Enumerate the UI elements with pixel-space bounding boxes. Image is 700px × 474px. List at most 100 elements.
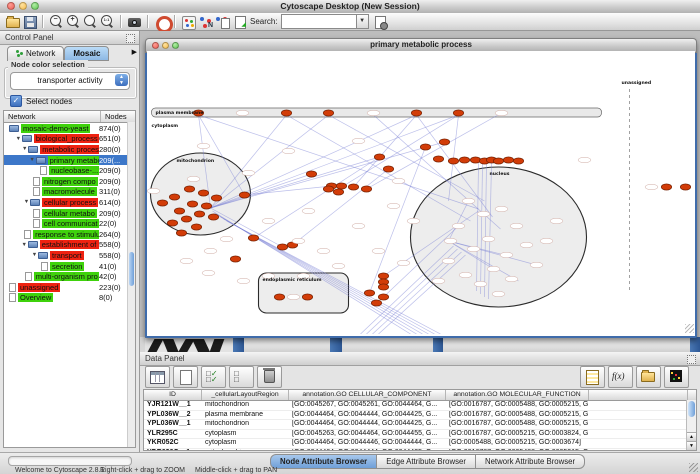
- network-node-label[interactable]: [287, 294, 300, 299]
- expand-toggle-icon[interactable]: ▼: [31, 252, 38, 258]
- float-panel-icon[interactable]: [126, 34, 135, 43]
- network-node-label[interactable]: [180, 258, 193, 263]
- network-node[interactable]: [411, 110, 421, 116]
- network-node-label[interactable]: [372, 248, 385, 253]
- tree-row[interactable]: unassigned223(0): [4, 282, 135, 293]
- network-node-label[interactable]: [292, 238, 305, 243]
- network-graph[interactable]: plasma membranecytoplasmmitochondrionnuc…: [147, 51, 695, 334]
- tree-row[interactable]: cell communicat22(0): [4, 218, 135, 229]
- delete-attributes-button[interactable]: □✓□✓: [201, 366, 226, 388]
- zoom-selected-icon[interactable]: [83, 15, 98, 29]
- delete-attribute-button[interactable]: [257, 366, 282, 388]
- table-row[interactable]: YLR295Ccytoplasm[GO:0045263, GO:0044464,…: [144, 430, 696, 440]
- tree-row[interactable]: ▼biological_process651(0): [4, 134, 135, 145]
- tree-row[interactable]: Overview8(0): [4, 293, 135, 304]
- expand-toggle-icon[interactable]: ▼: [15, 136, 22, 142]
- tree-row[interactable]: ▼cellular process614(0): [4, 197, 135, 208]
- network-node[interactable]: [194, 211, 204, 217]
- network-node-label[interactable]: [487, 266, 500, 271]
- network-node[interactable]: [181, 216, 191, 222]
- save-icon[interactable]: [22, 15, 37, 29]
- table-row[interactable]: YPL036W__2plasma membrane[GO:0044464, GO…: [144, 411, 696, 421]
- table-scrollbar[interactable]: ▲ ▼: [686, 400, 696, 451]
- network-node[interactable]: [176, 230, 186, 236]
- create-attribute-button[interactable]: [173, 366, 198, 388]
- network-node-label[interactable]: [352, 138, 365, 143]
- window-resize-grip[interactable]: [685, 324, 694, 333]
- network-node[interactable]: [348, 184, 358, 190]
- vizmapper-icon[interactable]: N: [198, 15, 213, 29]
- network-node-label[interactable]: [474, 281, 487, 286]
- network-node[interactable]: [187, 201, 197, 207]
- tab-network-attribute-browser[interactable]: Network Attribute Browser: [476, 454, 585, 469]
- tree-row[interactable]: ▼metabolic process280(0): [4, 144, 135, 155]
- network-node[interactable]: [333, 189, 343, 195]
- network-node[interactable]: [239, 192, 249, 198]
- tree-row[interactable]: multi-organism pro42(0): [4, 271, 135, 282]
- network-node-label[interactable]: [187, 176, 200, 181]
- table-row[interactable]: YPL036W__1mitochondrion[GO:0044464, GO:0…: [144, 420, 696, 430]
- network-node[interactable]: [277, 244, 287, 250]
- network-node[interactable]: [448, 158, 458, 164]
- network-node-label[interactable]: [477, 211, 490, 216]
- expand-toggle-icon[interactable]: ▼: [21, 146, 28, 152]
- search-options-icon[interactable]: [372, 15, 387, 29]
- column-header[interactable]: _cellularLayoutRegion: [202, 390, 289, 400]
- matrix-view-button[interactable]: [664, 366, 689, 388]
- expand-toggle-icon[interactable]: ▼: [23, 199, 30, 205]
- column-header[interactable]: annotation.GO CELLULAR_COMPONENT: [289, 390, 446, 400]
- network-node-label[interactable]: [262, 218, 275, 223]
- network-node[interactable]: [453, 110, 463, 116]
- network-node[interactable]: [459, 157, 469, 163]
- network-node[interactable]: [198, 190, 208, 196]
- select-nodes-checkbox[interactable]: ✓: [10, 95, 22, 107]
- tree-row[interactable]: cellular metabo209(0): [4, 208, 135, 219]
- tree-row[interactable]: nucleobase-...209(0): [4, 165, 135, 176]
- more-tabs-button[interactable]: ▶: [132, 46, 137, 60]
- network-canvas[interactable]: plasma membranecytoplasmmitochondrionnuc…: [147, 51, 695, 334]
- network-node[interactable]: [433, 156, 443, 162]
- network-node[interactable]: [208, 214, 218, 220]
- zoom-out-icon[interactable]: −: [49, 15, 64, 29]
- network-node-label[interactable]: [452, 223, 465, 228]
- network-node-label[interactable]: [317, 248, 330, 253]
- network-node[interactable]: [201, 203, 211, 209]
- minimize-view-button[interactable]: [162, 42, 169, 49]
- minimize-window-button[interactable]: [19, 2, 27, 10]
- network-node-label[interactable]: [220, 236, 233, 241]
- search-dropdown-button[interactable]: ▼: [357, 14, 369, 29]
- network-node[interactable]: [274, 294, 284, 300]
- network-node-label[interactable]: [237, 278, 250, 283]
- network-node-label[interactable]: [392, 178, 405, 183]
- tree-row[interactable]: nitrogen compo209(0): [4, 176, 135, 187]
- expand-toggle-icon[interactable]: ▼: [29, 157, 36, 163]
- network-node[interactable]: [378, 294, 388, 300]
- network-node[interactable]: [336, 183, 346, 189]
- tree-column-network[interactable]: Network: [4, 111, 101, 122]
- network-node-label[interactable]: [147, 188, 160, 193]
- network-node-label[interactable]: [495, 110, 508, 115]
- network-node-label[interactable]: [482, 236, 495, 241]
- network-node-label[interactable]: [197, 143, 210, 148]
- network-node-label[interactable]: [462, 198, 475, 203]
- network-node[interactable]: [184, 186, 194, 192]
- network-node[interactable]: [680, 184, 690, 190]
- network-node-label[interactable]: [495, 206, 508, 211]
- function-builder-button[interactable]: f(x): [608, 366, 633, 388]
- zoom-window-button[interactable]: [31, 2, 39, 10]
- open-file-icon[interactable]: [5, 15, 20, 29]
- network-node[interactable]: [191, 224, 201, 230]
- network-node-label[interactable]: [444, 238, 457, 243]
- network-node[interactable]: [169, 194, 179, 200]
- network-node-label[interactable]: [432, 278, 445, 283]
- network-node[interactable]: [306, 171, 316, 177]
- tab-mosaic[interactable]: Mosaic: [64, 46, 109, 61]
- network-node[interactable]: [493, 158, 503, 164]
- tab-network[interactable]: Network: [7, 46, 64, 61]
- vizmapper-document-icon[interactable]: [215, 15, 230, 29]
- app-resize-grip[interactable]: [689, 463, 698, 472]
- tree-row[interactable]: mosaic-demo-yeast874(0): [4, 123, 135, 134]
- network-node[interactable]: [281, 110, 291, 116]
- overview-network-icon[interactable]: [181, 15, 196, 29]
- network-node-label[interactable]: [459, 272, 472, 277]
